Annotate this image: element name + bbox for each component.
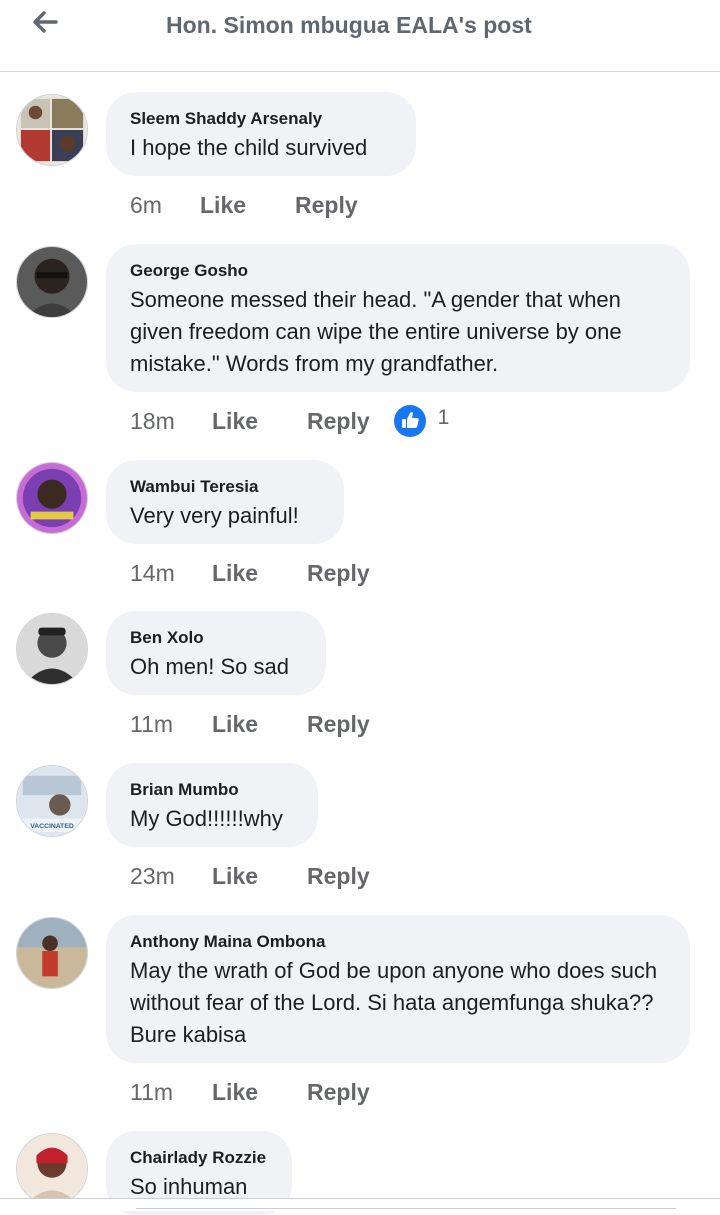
like-button[interactable]: Like: [200, 192, 246, 219]
comment-actions: 23m Like Reply: [130, 861, 420, 891]
comment-author[interactable]: Anthony Maina Ombona: [130, 931, 666, 953]
like-button[interactable]: Like: [212, 408, 258, 435]
thumbs-up-icon: [393, 405, 426, 437]
comment-bubble: Wambui Teresia Very very painful!: [106, 460, 344, 544]
reaction-count: 1: [437, 406, 450, 429]
comment-timestamp: 14m: [130, 559, 175, 586]
comment-timestamp: 6m: [130, 191, 162, 218]
comment-timestamp: 11m: [130, 710, 174, 737]
like-button[interactable]: Like: [212, 863, 258, 890]
comment-timestamp: 23m: [130, 862, 175, 889]
reply-button[interactable]: Reply: [307, 408, 370, 435]
reply-button[interactable]: Reply: [307, 711, 370, 738]
avatar[interactable]: [16, 246, 88, 318]
comment-timestamp: 18m: [130, 407, 175, 434]
page-title: Hon. Simon mbugua EALA's post: [166, 12, 532, 38]
comment-bubble: Brian Mumbo My God!!!!!!why: [106, 763, 318, 847]
comment-text: My God!!!!!!why: [130, 806, 283, 831]
avatar[interactable]: [16, 94, 88, 166]
comment-text: Someone messed their head. "A gender tha…: [130, 287, 622, 376]
comment-author[interactable]: George Gosho: [130, 260, 666, 282]
svg-text:VACCINATED: VACCINATED: [30, 823, 74, 830]
comment-text: Oh men! So sad: [130, 654, 289, 679]
reply-button[interactable]: Reply: [295, 192, 358, 219]
comment-author[interactable]: Brian Mumbo: [130, 779, 294, 801]
avatar[interactable]: [16, 613, 88, 685]
like-button[interactable]: Like: [212, 1079, 258, 1106]
back-button[interactable]: [28, 8, 62, 36]
avatar[interactable]: [16, 462, 88, 534]
reaction-summary[interactable]: 1: [393, 405, 450, 437]
comment-author[interactable]: Ben Xolo: [130, 627, 302, 649]
comment-bubble: Anthony Maina Ombona May the wrath of Go…: [106, 915, 690, 1063]
comment-text: Very very painful!: [130, 503, 299, 528]
divider: [136, 1208, 676, 1209]
comment-bubble: Sleem Shaddy Arsenaly I hope the child s…: [106, 92, 416, 176]
comment-actions: 11m Like Reply: [130, 709, 420, 739]
comment-composer-edge: [0, 1198, 720, 1211]
comment-author[interactable]: Sleem Shaddy Arsenaly: [130, 108, 392, 130]
avatar[interactable]: [16, 917, 88, 989]
comment-bubble: George Gosho Someone messed their head. …: [106, 244, 690, 392]
avatar[interactable]: [16, 1133, 88, 1205]
like-button[interactable]: Like: [212, 711, 258, 738]
comment-bubble: Ben Xolo Oh men! So sad: [106, 611, 326, 695]
avatar[interactable]: VACCINATED: [16, 765, 88, 837]
top-bar: Hon. Simon mbugua EALA's post: [0, 0, 720, 72]
comment-actions: 6m Like Reply: [130, 190, 408, 220]
comment-text: I hope the child survived: [130, 135, 368, 160]
comment-timestamp: 11m: [130, 1078, 174, 1105]
reply-button[interactable]: Reply: [307, 1079, 370, 1106]
comment-author[interactable]: Wambui Teresia: [130, 476, 320, 498]
comment-author[interactable]: Chairlady Rozzie: [130, 1147, 268, 1169]
comment-text: May the wrath of God be upon anyone who …: [130, 958, 658, 1047]
reply-button[interactable]: Reply: [307, 863, 370, 890]
like-button[interactable]: Like: [212, 560, 258, 587]
comment-actions: 14m Like Reply: [130, 558, 420, 588]
comment-actions: 11m Like Reply: [130, 1077, 420, 1107]
comment-actions: 18m Like Reply 1: [130, 405, 450, 437]
reply-button[interactable]: Reply: [307, 560, 370, 587]
arrow-left-icon: [33, 11, 58, 33]
